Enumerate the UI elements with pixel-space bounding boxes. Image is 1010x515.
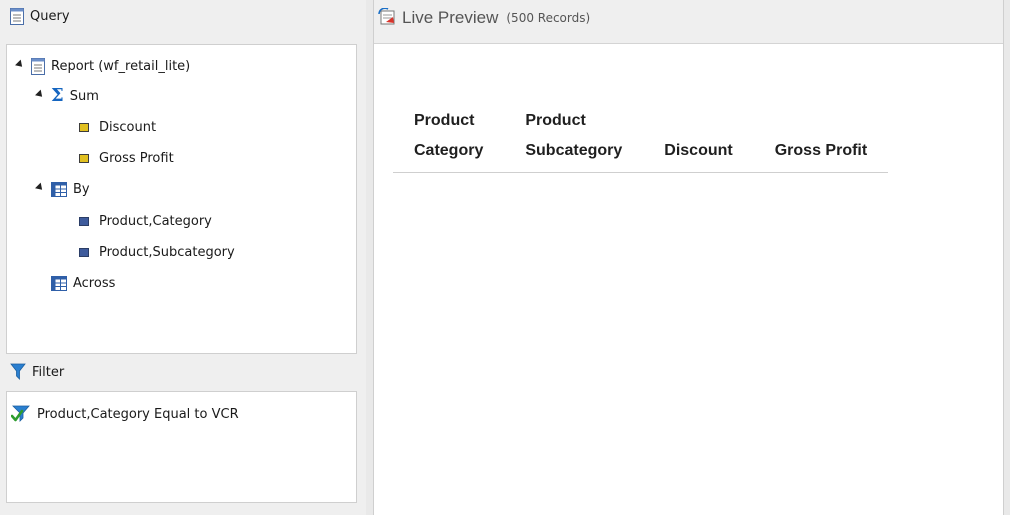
column-header-line: Discount: [664, 142, 733, 159]
grid-table-icon: [51, 275, 67, 291]
filter-conditions: Product,Category Equal to VCR: [6, 391, 357, 503]
measure-field-icon: [79, 153, 89, 163]
column-header-gross-profit[interactable]: Gross Profit: [753, 106, 889, 173]
collapse-triangle-icon[interactable]: [15, 59, 25, 70]
live-preview-header: Live Preview (500 Records): [374, 0, 1003, 44]
filter-condition-label: Product,Category Equal to VCR: [37, 406, 239, 422]
column-header-line: Product: [525, 112, 586, 129]
tree-node-across-label: Across: [73, 275, 116, 291]
column-header-line: Subcategory: [525, 142, 623, 159]
tree-field-product-category[interactable]: Product,Category: [79, 211, 212, 231]
measure-field-icon: [79, 122, 89, 132]
tree-field-gross-profit[interactable]: Gross Profit: [79, 148, 174, 168]
filter-panel-title: Filter: [32, 364, 65, 380]
filter-panel-header[interactable]: Filter: [0, 355, 366, 389]
column-header-line: Product: [414, 112, 475, 129]
collapse-triangle-icon[interactable]: [35, 89, 45, 100]
grid-table-icon: [51, 181, 67, 197]
tree-node-sum[interactable]: Σ Sum: [35, 86, 99, 106]
query-tree: Report (wf_retail_lite) Σ Sum Discount G…: [6, 44, 357, 354]
dimension-field-icon: [79, 216, 89, 226]
record-count: (500 Records): [506, 11, 591, 25]
left-column: Query Report (wf_retail_lite) Σ Sum Disc…: [0, 0, 366, 515]
live-preview-title: Live Preview: [402, 8, 499, 27]
column-header-discount[interactable]: Discount: [643, 106, 754, 173]
dimension-field-icon: [79, 247, 89, 257]
collapse-triangle-icon[interactable]: [35, 182, 45, 193]
live-preview-panel: Live Preview (500 Records) Product Categ…: [373, 0, 1004, 515]
filter-condition-item[interactable]: Product,Category Equal to VCR: [11, 404, 239, 424]
tree-node-report[interactable]: Report (wf_retail_lite): [15, 56, 190, 76]
tree-field-label: Gross Profit: [99, 150, 174, 166]
query-panel-title: Query: [30, 8, 70, 24]
column-header-line: Category: [414, 142, 484, 159]
document-icon: [10, 7, 24, 25]
sigma-icon: Σ: [51, 85, 64, 106]
tree-field-label: Product,Category: [99, 213, 212, 229]
tree-node-by[interactable]: By: [35, 179, 90, 199]
column-header-line: Gross Profit: [774, 142, 868, 159]
tree-node-across[interactable]: Across: [51, 273, 115, 293]
table-header-row: Product Category Product Subcategory Dis…: [393, 106, 889, 173]
report-document-icon: [31, 57, 45, 75]
report-preview-table: Product Category Product Subcategory Dis…: [393, 106, 889, 173]
tree-node-by-label: By: [73, 181, 90, 197]
column-header-product-category[interactable]: Product Category: [393, 106, 505, 173]
live-preview-icon: [378, 8, 395, 25]
tree-field-label: Product,Subcategory: [99, 244, 235, 260]
tree-field-product-subcategory[interactable]: Product,Subcategory: [79, 242, 235, 262]
tree-field-discount[interactable]: Discount: [79, 117, 156, 137]
column-header-product-subcategory[interactable]: Product Subcategory: [504, 106, 644, 173]
tree-node-report-label: Report (wf_retail_lite): [51, 58, 191, 74]
tree-node-sum-label: Sum: [69, 88, 99, 104]
tree-field-label: Discount: [99, 119, 157, 135]
funnel-filter-icon: [10, 363, 26, 380]
funnel-check-icon: [11, 405, 30, 422]
query-panel-header[interactable]: Query: [0, 0, 366, 32]
